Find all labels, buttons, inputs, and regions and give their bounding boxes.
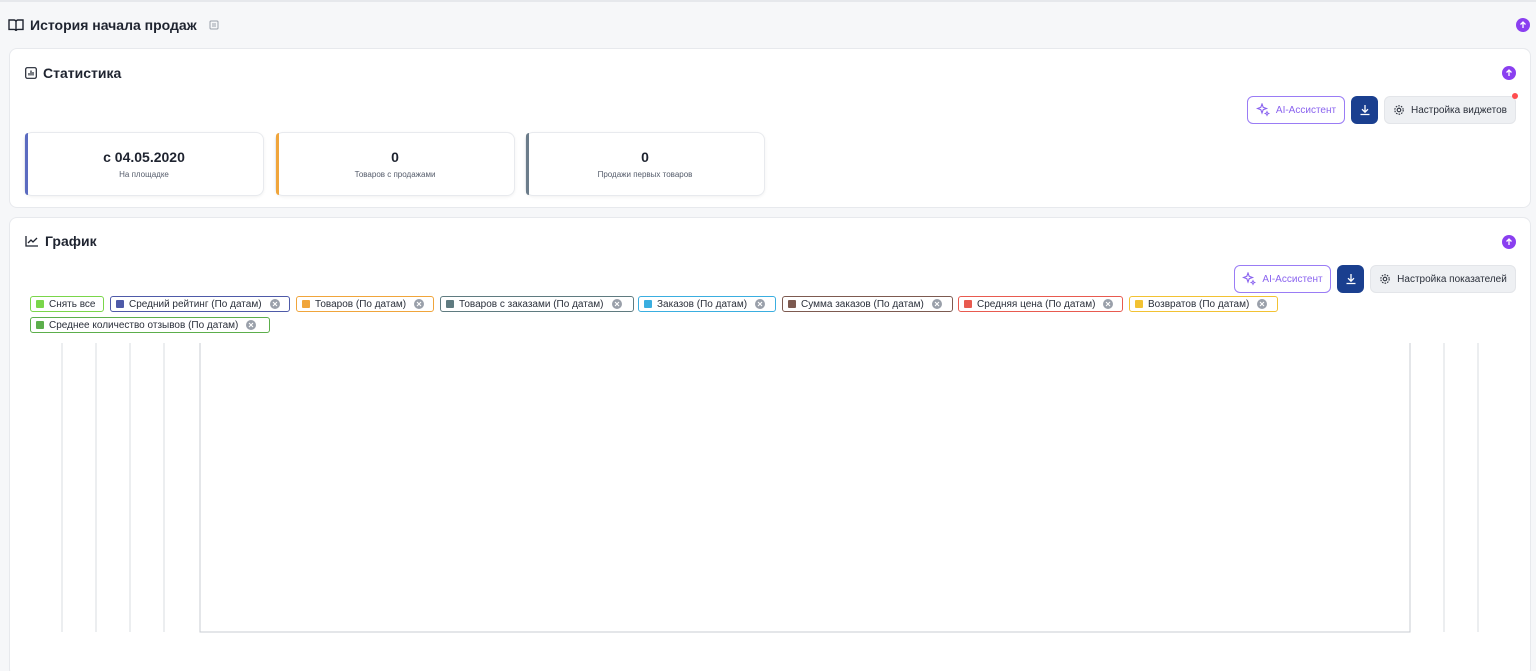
stat-card-first-sales: 0 Продажи первых товаров xyxy=(525,132,765,196)
legend-color-swatch xyxy=(446,300,454,308)
legend-label: Среднее количество отзывов (По датам) xyxy=(49,319,239,331)
remove-icon[interactable] xyxy=(246,320,257,330)
arrow-up-icon xyxy=(1520,21,1526,28)
stat-card-platform: с 04.05.2020 На площадке xyxy=(24,132,264,196)
legend-label: Товаров (По датам) xyxy=(315,298,407,310)
remove-icon[interactable] xyxy=(1257,299,1268,309)
chart-ai-assistant-button[interactable]: AI-Ассистент xyxy=(1234,265,1331,293)
arrow-up-icon xyxy=(1506,69,1512,76)
page-title: История начала продаж xyxy=(30,17,197,33)
legend-label: Товаров с заказами (По датам) xyxy=(459,298,604,310)
legend-chip[interactable]: Товаров с заказами (По датам) xyxy=(440,296,634,312)
page-header: История начала продаж xyxy=(8,15,219,35)
legend-chip[interactable]: Товаров (По датам) xyxy=(296,296,434,312)
collapse-chart-button[interactable] xyxy=(1502,235,1516,249)
chart-title-text: График xyxy=(45,233,97,249)
statistics-title-text: Статистика xyxy=(43,65,122,81)
remove-icon[interactable] xyxy=(755,299,766,309)
info-icon[interactable] xyxy=(209,20,219,30)
metrics-settings-label: Настройка показателей xyxy=(1397,273,1507,285)
legend-chip[interactable]: Возвратов (По датам) xyxy=(1129,296,1278,312)
sparkle-icon xyxy=(1255,103,1270,117)
remove-icon[interactable] xyxy=(1103,299,1114,309)
stat-card-products-with-sales: 0 Товаров с продажами xyxy=(275,132,515,196)
widget-settings-button[interactable]: Настройка виджетов xyxy=(1384,96,1516,124)
legend-chip[interactable]: Средняя цена (По датам) xyxy=(958,296,1123,312)
legend-label: Средний рейтинг (По датам) xyxy=(129,298,262,310)
legend-label: Заказов (По датам) xyxy=(657,298,748,310)
remove-icon[interactable] xyxy=(269,299,280,309)
arrow-up-icon xyxy=(1506,238,1512,245)
legend-chip[interactable]: Сумма заказов (По датам) xyxy=(782,296,953,312)
legend-color-swatch xyxy=(1135,300,1143,308)
chart-download-button[interactable] xyxy=(1337,265,1364,293)
ai-assistant-label: AI-Ассистент xyxy=(1262,273,1323,285)
ai-assistant-button[interactable]: AI-Ассистент xyxy=(1247,96,1345,124)
gear-icon xyxy=(1393,104,1405,116)
download-icon xyxy=(1360,105,1369,116)
legend-color-swatch xyxy=(302,300,310,308)
stat-label: На площадке xyxy=(119,170,169,179)
legend-color-swatch xyxy=(644,300,652,308)
chart-title: График xyxy=(25,233,97,249)
top-divider xyxy=(0,0,1536,2)
ai-assistant-label: AI-Ассистент xyxy=(1275,104,1337,116)
download-icon xyxy=(1346,274,1355,285)
statistics-title: Статистика xyxy=(25,65,121,81)
stat-label: Товаров с продажами xyxy=(354,170,436,179)
collapse-page-button[interactable] xyxy=(1516,18,1530,32)
legend-chip[interactable]: Среднее количество отзывов (По датам) xyxy=(30,317,270,333)
legend-chip[interactable]: Средний рейтинг (По датам) xyxy=(110,296,290,312)
remove-icon[interactable] xyxy=(931,299,942,309)
line-chart-icon xyxy=(25,235,39,247)
legend-label: Снять все xyxy=(49,298,96,310)
sparkle-icon xyxy=(1242,272,1257,286)
legend-chip[interactable]: Заказов (По датам) xyxy=(638,296,776,312)
legend-color-swatch xyxy=(36,300,44,308)
legend-color-swatch xyxy=(964,300,972,308)
notification-dot xyxy=(1512,93,1518,99)
stat-value: с 04.05.2020 xyxy=(103,149,185,165)
stat-value: 0 xyxy=(391,149,399,165)
legend-color-swatch xyxy=(36,321,44,329)
stat-value: 0 xyxy=(641,149,649,165)
download-button[interactable] xyxy=(1351,96,1378,124)
collapse-statistics-button[interactable] xyxy=(1502,66,1516,80)
legend-clear-all[interactable]: Снять все xyxy=(30,296,104,312)
gear-icon xyxy=(1379,273,1391,285)
legend-label: Сумма заказов (По датам) xyxy=(801,298,924,310)
metrics-settings-button[interactable]: Настройка показателей xyxy=(1370,265,1516,293)
stat-label: Продажи первых товаров xyxy=(597,170,693,179)
bar-chart-icon xyxy=(25,67,37,79)
legend-color-swatch xyxy=(788,300,796,308)
widget-settings-label: Настройка виджетов xyxy=(1410,104,1507,116)
remove-icon[interactable] xyxy=(611,299,622,309)
remove-icon[interactable] xyxy=(414,299,425,309)
legend-label: Средняя цена (По датам) xyxy=(977,298,1096,310)
book-icon xyxy=(8,18,24,32)
legend-color-swatch xyxy=(116,300,124,308)
legend-label: Возвратов (По датам) xyxy=(1148,298,1250,310)
